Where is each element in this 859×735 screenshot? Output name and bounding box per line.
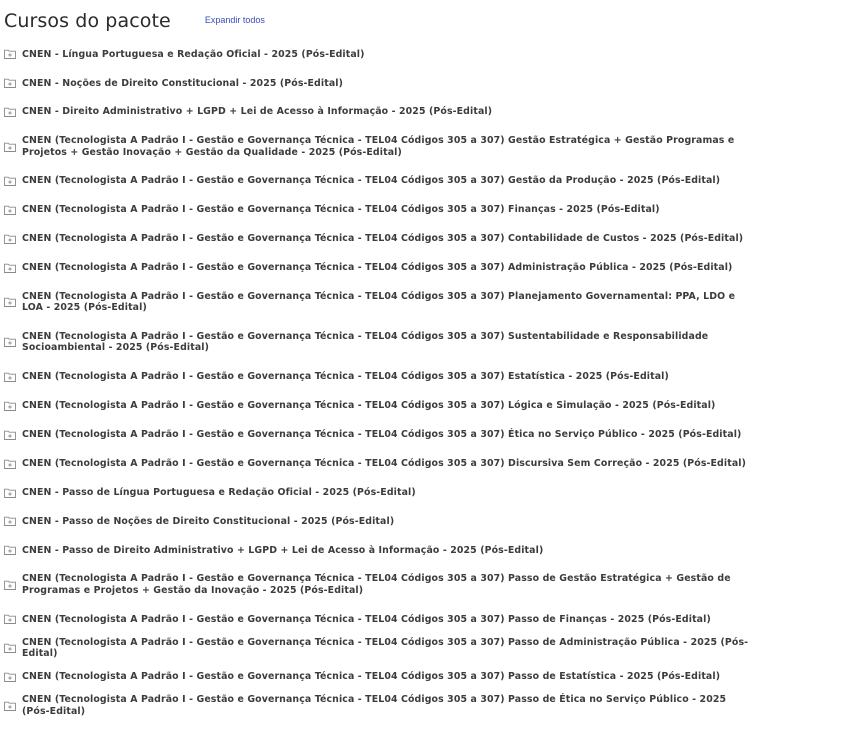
course-title: CNEN (Tecnologista A Padrão I - Gestão e… (22, 694, 727, 717)
course-title: CNEN (Tecnologista A Padrão I - Gestão e… (22, 330, 709, 354)
folder-plus-icon (4, 297, 16, 308)
course-item[interactable]: CNEN (Tecnologista A Padrão I - Gestão e… (0, 196, 770, 225)
folder-plus-icon (4, 643, 16, 654)
folder-plus-icon (4, 107, 16, 118)
course-title: CNEN - Direito Administrativo + LGPD + L… (22, 106, 493, 118)
course-title: CNEN (Tecnologista A Padrão I - Gestão e… (22, 204, 660, 216)
course-item[interactable]: CNEN (Tecnologista A Padrão I - Gestão e… (0, 282, 770, 322)
course-item[interactable]: CNEN - Passo de Língua Portuguesa e Reda… (0, 478, 770, 507)
course-item[interactable]: CNEN (Tecnologista A Padrão I - Gestão e… (0, 420, 770, 449)
page-title: Cursos do pacote (4, 10, 171, 32)
folder-plus-icon (4, 205, 16, 216)
course-item[interactable]: CNEN (Tecnologista A Padrão I - Gestão e… (0, 127, 770, 167)
course-title: CNEN (Tecnologista A Padrão I - Gestão e… (22, 371, 669, 383)
folder-plus-icon (4, 49, 16, 60)
courses-header: Cursos do pacote Expandir todos (4, 10, 265, 32)
course-title: CNEN (Tecnologista A Padrão I - Gestão e… (22, 671, 721, 683)
folder-plus-icon (4, 488, 16, 498)
course-item[interactable]: CNEN (Tecnologista A Padrão I - Gestão e… (0, 634, 770, 663)
folder-plus-icon (4, 372, 16, 382)
folder-plus-icon (4, 401, 16, 411)
course-item[interactable]: CNEN (Tecnologista A Padrão I - Gestão e… (0, 225, 770, 254)
course-item[interactable]: CNEN (Tecnologista A Padrão I - Gestão e… (0, 692, 770, 721)
folder-plus-icon (4, 545, 16, 556)
course-title: CNEN (Tecnologista A Padrão I - Gestão e… (22, 233, 744, 245)
course-title: CNEN - Passo de Noções de Direito Consti… (22, 515, 395, 527)
course-title: CNEN - Noções de Direito Constitucional … (22, 77, 344, 89)
course-title: CNEN - Passo de Direito Administrativo +… (22, 544, 544, 556)
course-title: CNEN (Tecnologista A Padrão I - Gestão e… (22, 135, 735, 158)
course-title: CNEN (Tecnologista A Padrão I - Gestão e… (22, 262, 733, 274)
folder-plus-icon (4, 234, 16, 244)
course-title: CNEN - Língua Portuguesa e Redação Ofici… (22, 48, 365, 60)
expand-all-link[interactable]: Expandir todos (205, 15, 265, 25)
course-item[interactable]: CNEN - Passo de Noções de Direito Consti… (0, 507, 770, 536)
course-item[interactable]: CNEN - Direito Administrativo + LGPD + L… (0, 98, 770, 127)
folder-plus-icon (4, 263, 16, 273)
course-item[interactable]: CNEN (Tecnologista A Padrão I - Gestão e… (0, 391, 770, 420)
course-item[interactable]: CNEN (Tecnologista A Padrão I - Gestão e… (0, 449, 770, 478)
course-title: CNEN (Tecnologista A Padrão I - Gestão e… (22, 636, 749, 660)
folder-plus-icon (4, 701, 16, 711)
course-title: CNEN (Tecnologista A Padrão I - Gestão e… (22, 400, 716, 412)
course-item[interactable]: CNEN - Língua Portuguesa e Redação Ofici… (0, 40, 770, 69)
course-title: CNEN (Tecnologista A Padrão I - Gestão e… (22, 613, 711, 625)
folder-plus-icon (4, 430, 16, 440)
folder-plus-icon (4, 614, 16, 625)
course-title: CNEN (Tecnologista A Padrão I - Gestão e… (22, 428, 742, 440)
course-title: CNEN - Passo de Língua Portuguesa e Reda… (22, 486, 416, 498)
course-item[interactable]: CNEN (Tecnologista A Padrão I - Gestão e… (0, 322, 770, 362)
course-item[interactable]: CNEN (Tecnologista A Padrão I - Gestão e… (0, 605, 770, 634)
folder-plus-icon (4, 672, 16, 683)
folder-plus-icon (4, 176, 16, 187)
folder-plus-icon (4, 142, 16, 152)
course-title: CNEN (Tecnologista A Padrão I - Gestão e… (22, 573, 731, 596)
course-title: CNEN (Tecnologista A Padrão I - Gestão e… (22, 457, 747, 469)
folder-plus-icon (4, 580, 16, 590)
folder-plus-icon (4, 516, 16, 527)
course-item[interactable]: CNEN (Tecnologista A Padrão I - Gestão e… (0, 663, 770, 692)
folder-plus-icon (4, 337, 16, 348)
course-item[interactable]: CNEN (Tecnologista A Padrão I - Gestão e… (0, 565, 770, 605)
course-list: CNEN - Língua Portuguesa e Redação Ofici… (0, 40, 770, 720)
course-item[interactable]: CNEN - Passo de Direito Administrativo +… (0, 536, 770, 565)
course-title: CNEN (Tecnologista A Padrão I - Gestão e… (22, 175, 721, 187)
course-item[interactable]: CNEN (Tecnologista A Padrão I - Gestão e… (0, 363, 770, 392)
course-item[interactable]: CNEN - Noções de Direito Constitucional … (0, 69, 770, 98)
folder-plus-icon (4, 459, 16, 469)
course-title: CNEN (Tecnologista A Padrão I - Gestão e… (22, 290, 736, 314)
folder-plus-icon (4, 78, 16, 89)
course-item[interactable]: CNEN (Tecnologista A Padrão I - Gestão e… (0, 167, 770, 196)
course-item[interactable]: CNEN (Tecnologista A Padrão I - Gestão e… (0, 253, 770, 282)
